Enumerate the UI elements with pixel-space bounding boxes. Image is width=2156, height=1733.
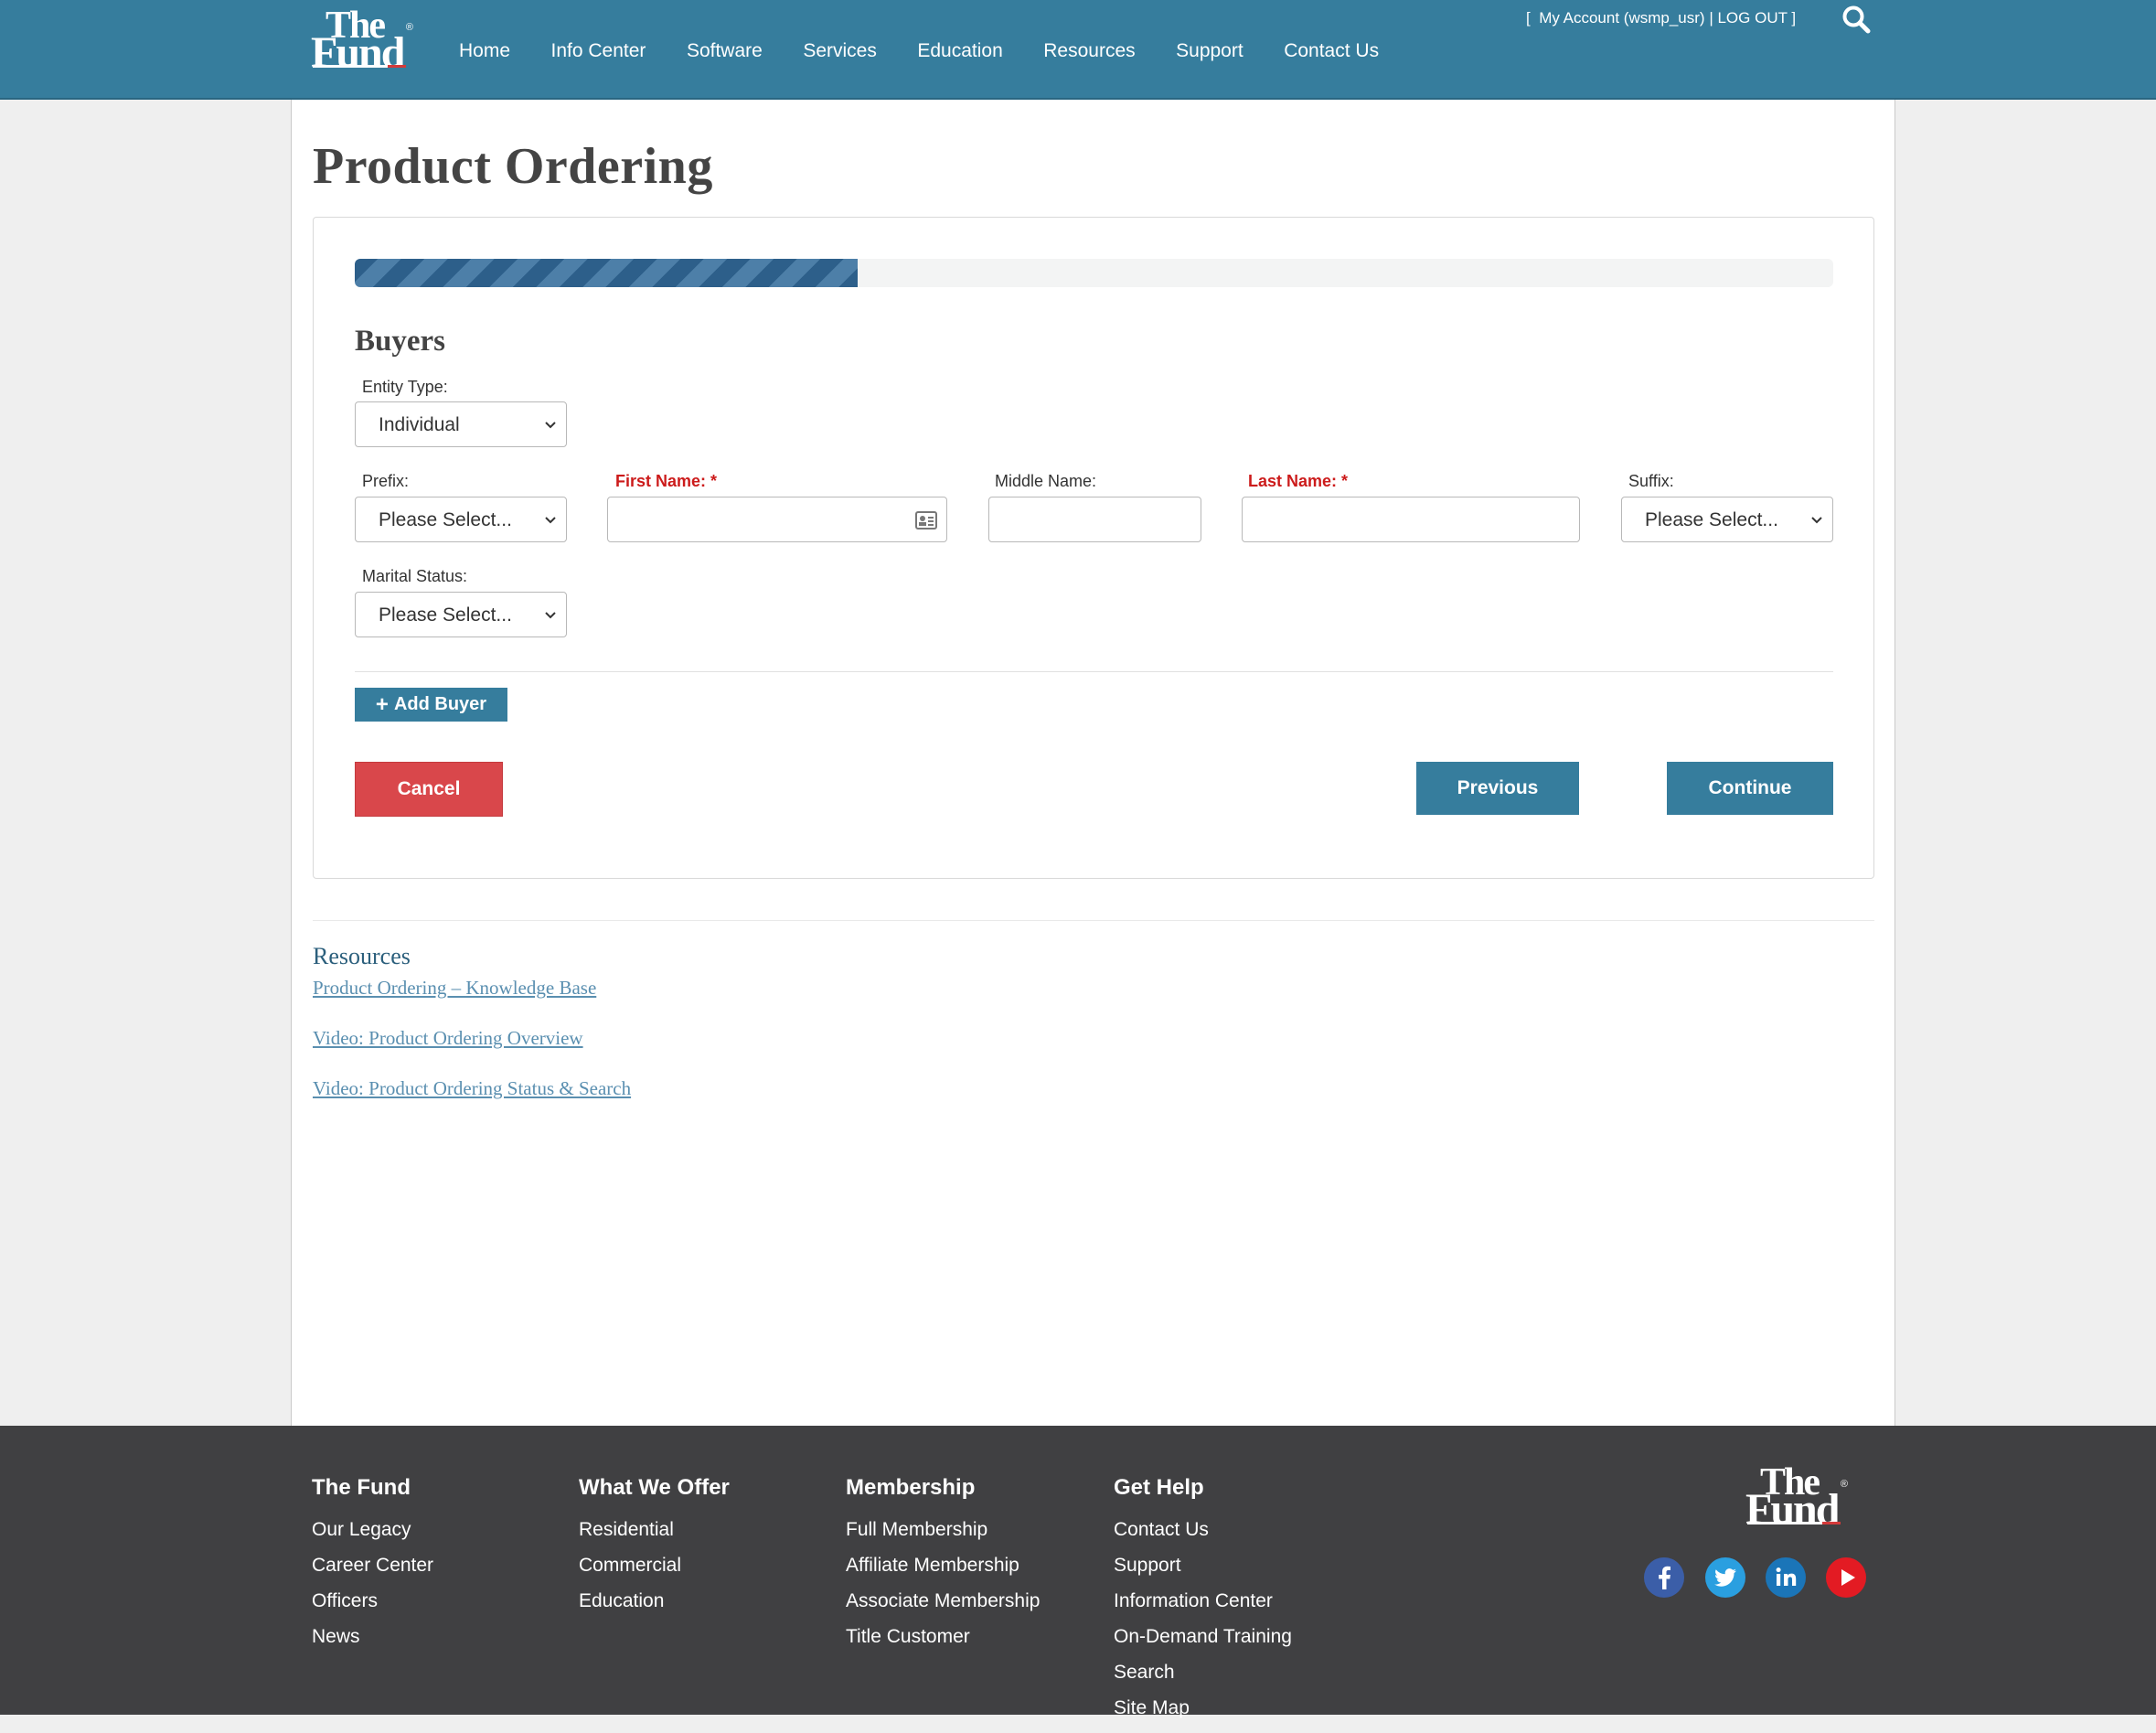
logo-registered: ® <box>1840 1479 1848 1490</box>
footer-column-what-we-offer: What We Offer Residential Commercial Edu… <box>579 1475 730 1626</box>
account-bracket-close: ] <box>1791 9 1797 27</box>
footer-link-officers[interactable]: Officers <box>312 1590 433 1626</box>
prefix-value: Please Select... <box>379 509 512 530</box>
section-title-buyers: Buyers <box>355 325 445 358</box>
nav-support[interactable]: Support <box>1176 40 1243 62</box>
logo-fund: Fund <box>1745 1485 1840 1534</box>
youtube-icon[interactable] <box>1825 1556 1867 1599</box>
middle-name-label: Middle Name: <box>995 472 1097 490</box>
logo-red-accent <box>388 65 406 68</box>
page-title: Product Ordering <box>313 138 713 195</box>
the-fund-logo[interactable]: The Fund ® <box>311 5 413 77</box>
marital-status-label: Marital Status: <box>362 567 468 585</box>
twitter-icon[interactable] <box>1704 1556 1746 1599</box>
prefix-select[interactable]: Please Select... <box>355 497 567 542</box>
middle-name-input[interactable] <box>988 497 1201 542</box>
footer-link-title-customer[interactable]: Title Customer <box>846 1626 1040 1662</box>
footer-link-information-center[interactable]: Information Center <box>1114 1590 1292 1626</box>
footer-link-residential[interactable]: Residential <box>579 1519 730 1555</box>
form-divider <box>355 671 1833 672</box>
suffix-select[interactable]: Please Select... <box>1621 497 1833 542</box>
last-name-input[interactable] <box>1242 497 1580 542</box>
footer-link-career-center[interactable]: Career Center <box>312 1555 433 1590</box>
logout-link[interactable]: LOG OUT <box>1717 9 1787 27</box>
add-buyer-label: Add Buyer <box>393 694 487 714</box>
footer-the-fund-logo[interactable]: The Fund ® <box>1745 1461 1848 1534</box>
resource-link-knowledge-base[interactable]: Product Ordering – Knowledge Base <box>313 977 596 1000</box>
chevron-down-icon <box>1811 517 1822 524</box>
add-buyer-button[interactable]: + Add Buyer <box>355 688 507 722</box>
entity-type-select[interactable]: Individual <box>355 401 567 447</box>
resources-separator <box>313 920 1874 921</box>
suffix-label: Suffix: <box>1628 472 1674 490</box>
last-name-label: Last Name: * <box>1248 472 1349 490</box>
previous-button[interactable]: Previous <box>1416 762 1579 815</box>
entity-type-label: Entity Type: <box>362 378 448 396</box>
footer-link-support[interactable]: Support <box>1114 1555 1292 1590</box>
nav-education[interactable]: Education <box>917 40 1002 62</box>
resource-link-overview-video[interactable]: Video: Product Ordering Overview <box>313 1027 583 1050</box>
logo-red-accent <box>1822 1522 1841 1524</box>
footer-link-on-demand-training[interactable]: On-Demand Training <box>1114 1626 1292 1662</box>
footer-column-get-help: Get Help Contact Us Support Information … <box>1114 1475 1292 1733</box>
nav-contact-us[interactable]: Contact Us <box>1284 40 1379 62</box>
facebook-icon[interactable] <box>1643 1556 1685 1599</box>
footer-column-the-fund: The Fund Our Legacy Career Center Office… <box>312 1475 433 1662</box>
chevron-down-icon <box>545 422 556 429</box>
footer-link-associate-membership[interactable]: Associate Membership <box>846 1590 1040 1626</box>
footer-heading: Membership <box>846 1475 976 1500</box>
logo-registered: ® <box>405 22 413 33</box>
footer-link-news[interactable]: News <box>312 1626 433 1662</box>
nav-software[interactable]: Software <box>687 40 763 62</box>
chevron-down-icon <box>545 612 556 619</box>
footer-heading: The Fund <box>312 1475 411 1500</box>
first-name-input[interactable] <box>607 497 947 542</box>
entity-type-value: Individual <box>379 414 460 435</box>
search-icon[interactable] <box>1841 4 1872 35</box>
footer-link-commercial[interactable]: Commercial <box>579 1555 730 1590</box>
footer-link-education[interactable]: Education <box>579 1590 730 1626</box>
nav-info-center[interactable]: Info Center <box>551 40 646 62</box>
marital-status-value: Please Select... <box>379 604 512 626</box>
cancel-button[interactable]: Cancel <box>355 762 503 817</box>
main-nav: Home Info Center Software Services Educa… <box>459 40 1420 62</box>
marital-status-select[interactable]: Please Select... <box>355 592 567 637</box>
progress-bar-fill <box>355 259 858 287</box>
logo-fund: Fund <box>311 28 405 77</box>
nav-resources[interactable]: Resources <box>1043 40 1135 62</box>
footer-link-full-membership[interactable]: Full Membership <box>846 1519 1040 1555</box>
account-bracket-open: [ <box>1526 9 1531 27</box>
footer-link-affiliate-membership[interactable]: Affiliate Membership <box>846 1555 1040 1590</box>
account-separator: | <box>1709 9 1713 27</box>
nav-home[interactable]: Home <box>459 40 510 62</box>
footer-link-search[interactable]: Search <box>1114 1662 1292 1697</box>
resource-link-status-search-video[interactable]: Video: Product Ordering Status & Search <box>313 1077 631 1100</box>
suffix-value: Please Select... <box>1645 509 1778 530</box>
linkedin-icon[interactable] <box>1765 1556 1807 1599</box>
footer-heading: What We Offer <box>579 1475 730 1500</box>
footer-heading: Get Help <box>1114 1475 1204 1500</box>
progress-bar <box>355 259 1833 287</box>
prefix-label: Prefix: <box>362 472 410 490</box>
first-name-label: First Name: * <box>615 472 718 490</box>
site-header: The Fund ® Home Info Center Software Ser… <box>0 0 2156 100</box>
plus-icon: + <box>375 691 389 717</box>
footer-link-contact-us[interactable]: Contact Us <box>1114 1519 1292 1555</box>
account-bar: [ My Account (wsmp_usr) | LOG OUT ] <box>1526 9 1796 27</box>
resources-title: Resources <box>313 943 411 969</box>
chevron-down-icon <box>545 517 556 524</box>
nav-services[interactable]: Services <box>803 40 877 62</box>
contact-card-icon[interactable] <box>915 510 937 530</box>
footer-link-our-legacy[interactable]: Our Legacy <box>312 1519 433 1555</box>
footer-column-membership: Membership Full Membership Affiliate Mem… <box>846 1475 1040 1662</box>
my-account-link[interactable]: My Account (wsmp_usr) <box>1539 9 1704 27</box>
continue-button[interactable]: Continue <box>1667 762 1833 815</box>
order-form-card <box>313 217 1874 879</box>
footer-link-site-map[interactable]: Site Map <box>1114 1697 1292 1733</box>
